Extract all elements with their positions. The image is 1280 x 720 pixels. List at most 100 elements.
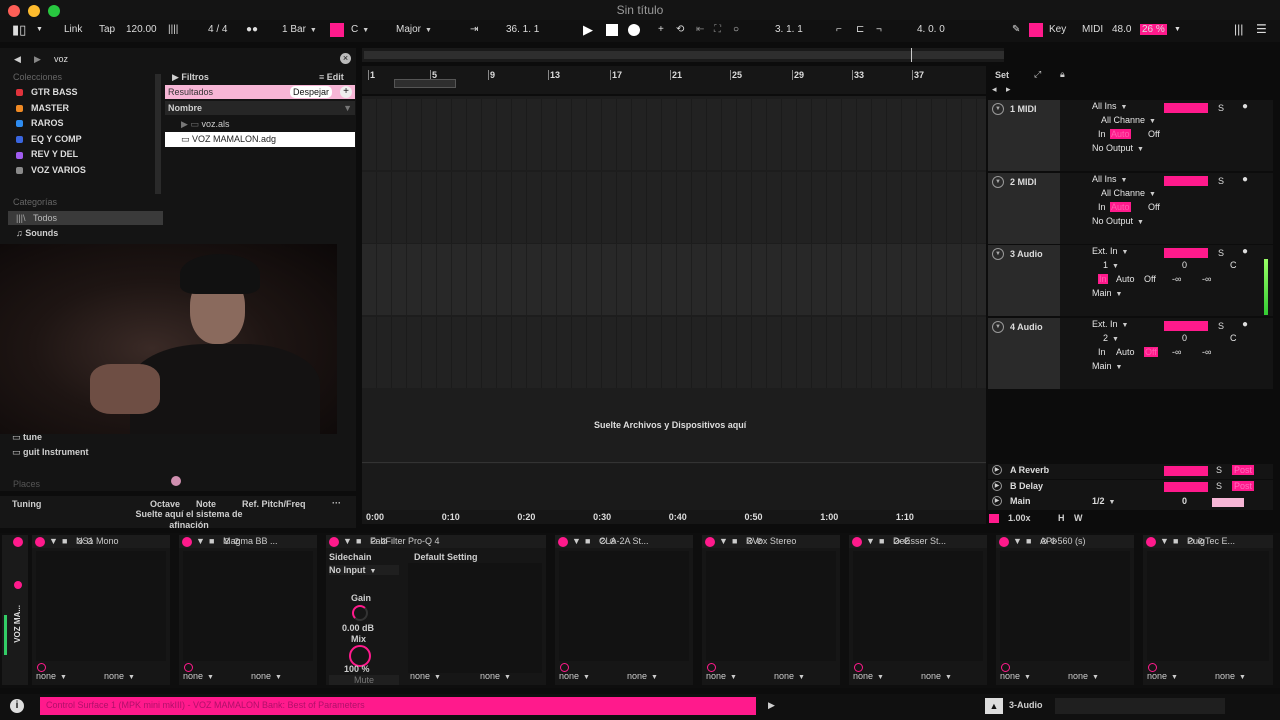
device-power-icon[interactable] — [329, 537, 339, 547]
monitor-in-button[interactable]: In — [1098, 274, 1108, 284]
volume-value[interactable]: 0 — [1182, 333, 1187, 343]
output-select[interactable]: Main — [1092, 361, 1122, 371]
solo-button[interactable]: S — [1216, 465, 1222, 475]
category-sounds[interactable]: ♫ Sounds — [16, 228, 58, 238]
follow-icon[interactable]: ⇥ — [470, 24, 478, 35]
track-lane[interactable] — [362, 317, 986, 388]
loop-start-field[interactable]: 3. 1. 1 — [775, 24, 803, 35]
device-save-icon[interactable]: ■ — [62, 536, 67, 546]
pan-value[interactable]: C — [1230, 333, 1237, 343]
zoom-window-button[interactable] — [48, 5, 60, 17]
mute-button[interactable]: Mute — [329, 675, 399, 685]
gain-value[interactable]: 0.00 dB — [342, 623, 374, 633]
device-chevron-icon[interactable]: ▼ — [49, 536, 58, 546]
device-save-icon[interactable]: ■ — [1173, 536, 1178, 546]
main-output-select[interactable]: 1/2 — [1092, 496, 1115, 506]
expand-icon[interactable]: ⤢ — [1034, 69, 1041, 80]
device[interactable]: ▼■Magma BB ...⊘ ⊘nonenone — [179, 535, 317, 685]
fold-icon[interactable]: ▶ — [992, 496, 1002, 507]
macro-none-select[interactable]: none — [183, 671, 214, 681]
device-header[interactable]: ▼ ■ PuigTec E... ⊘ ⊘ — [1143, 535, 1273, 548]
device-edit-icon[interactable]: ⊘ ⊘ — [223, 536, 313, 547]
track-overview[interactable] — [1055, 698, 1225, 714]
track-name-area[interactable]: ▼ 2 MIDI — [988, 172, 1060, 244]
monitor-in-button[interactable]: In — [1098, 347, 1106, 357]
device-edit-icon[interactable]: ⊘ ⊘ — [370, 536, 542, 547]
monitor-auto-button[interactable]: Auto — [1110, 201, 1131, 212]
track-activator-button[interactable] — [1164, 175, 1208, 186]
device-chevron-icon[interactable]: ▼ — [719, 536, 728, 546]
play-small-icon[interactable]: ▶ — [768, 700, 775, 711]
sidechain-input-select[interactable]: No Input — [329, 565, 399, 575]
session-view-icon[interactable]: ||| — [1234, 22, 1243, 36]
device[interactable]: ▼■RVox Stereo⊘ ⊘nonenone — [702, 535, 840, 685]
input-channel-select[interactable]: All Channe — [1101, 115, 1156, 125]
back-icon[interactable]: ◀ — [14, 54, 21, 65]
time-signature-field[interactable]: 4 / 4 — [208, 24, 227, 35]
device-header[interactable]: ▼ ■ RVox Stereo ⊘ ⊘ — [702, 535, 840, 548]
arrow-right-icon[interactable]: ▸ — [1006, 84, 1011, 95]
link-button[interactable]: Link — [64, 24, 82, 35]
clear-search-icon[interactable]: × — [340, 53, 351, 64]
return-track[interactable]: ▶ Main 1/2 0 — [988, 495, 1273, 511]
loop-brace[interactable] — [394, 79, 456, 88]
track-activator-button[interactable] — [1164, 103, 1208, 113]
monitor-in-button[interactable]: In — [1098, 202, 1106, 212]
monitor-auto-button[interactable]: Auto — [1110, 129, 1131, 139]
solo-button[interactable]: S — [1218, 248, 1224, 258]
track-activator-button[interactable] — [1164, 248, 1208, 258]
tap-button[interactable]: Tap — [99, 24, 115, 35]
mix-value[interactable]: 100 % — [344, 664, 370, 674]
record-icon[interactable] — [628, 24, 640, 36]
view-toggle-icon[interactable]: ▮▯ — [12, 22, 26, 38]
track-name-area[interactable]: ▼ 4 Audio — [988, 317, 1060, 389]
output-select[interactable]: No Output — [1092, 216, 1144, 226]
solo-button[interactable]: S — [1216, 481, 1222, 491]
return-track[interactable]: ▶ B Delay S Post — [988, 479, 1273, 495]
device-header[interactable]: ▼ ■ FabFilter Pro-Q 4 ⊘ ⊘ — [326, 535, 546, 548]
device-chevron-icon[interactable]: ▼ — [572, 536, 581, 546]
key-map-label[interactable]: Key — [1049, 24, 1066, 35]
device-chevron-icon[interactable]: ▼ — [343, 536, 352, 546]
solo-button[interactable]: S — [1218, 321, 1224, 331]
input-type-select[interactable]: All Ins — [1092, 174, 1127, 184]
gain-knob[interactable] — [352, 605, 368, 621]
device[interactable]: ▼■FabFilter Pro-Q 4⊘ ⊘SidechainNo InputG… — [326, 535, 546, 685]
main-pan-slider[interactable] — [1212, 498, 1244, 508]
macro-none-select[interactable]: none — [921, 671, 952, 681]
overview-scrollbar[interactable] — [362, 48, 1004, 62]
song-position-field[interactable]: 36. 1. 1 — [506, 24, 539, 35]
post-button[interactable]: Post — [1232, 465, 1255, 475]
quantize-select[interactable]: 1 Bar — [282, 24, 317, 35]
back-to-arrangement-icon[interactable]: ⇤ — [696, 24, 704, 35]
volume-value[interactable]: 0 — [1182, 260, 1187, 270]
device-save-icon[interactable]: ■ — [732, 536, 737, 546]
device-power-icon[interactable] — [182, 537, 192, 547]
macro-none-select[interactable]: none — [104, 671, 135, 681]
track-header[interactable]: ▼ 4 Audio Ext. In 2 In Auto Off Main S ● 0 C -∞ -∞ — [988, 317, 1273, 389]
fold-icon[interactable] — [14, 581, 22, 589]
fold-icon[interactable]: ▶ — [992, 465, 1002, 475]
category-todos[interactable]: |||\ Todos — [8, 211, 163, 225]
device-save-icon[interactable]: ■ — [1026, 536, 1031, 546]
collection-item[interactable]: RAROS — [16, 118, 64, 128]
fold-icon[interactable]: ▼ — [992, 320, 1004, 333]
automation-arm-icon[interactable]: ⟲ — [676, 24, 684, 35]
input-channel-select[interactable]: 1 — [1103, 260, 1119, 270]
macro-none-select[interactable]: none — [774, 671, 805, 681]
arm-button[interactable]: ● — [1242, 319, 1248, 330]
punch-in-icon[interactable]: ⌐ — [836, 24, 842, 35]
arrangement-area[interactable]: Suelte Archivos y Dispositivos aquí — [362, 96, 986, 464]
macro-none-select[interactable]: none — [251, 671, 282, 681]
info-icon[interactable]: i — [10, 699, 24, 713]
draw-mode-icon[interactable]: ✎ — [1012, 24, 1020, 35]
metronome-icon[interactable]: ●● — [246, 24, 258, 35]
track-header[interactable]: ▼ 3 Audio Ext. In 1 In Auto Off Main S ● 0 C -∞ -∞ — [988, 245, 1273, 316]
input-type-select[interactable]: All Ins — [1092, 101, 1127, 111]
collection-item[interactable]: REV Y DEL — [16, 149, 78, 159]
fold-icon[interactable]: ▼ — [992, 175, 1004, 188]
solo-button[interactable]: S — [1218, 103, 1224, 113]
macro-none-select[interactable]: none — [1147, 671, 1178, 681]
send-a-value[interactable]: -∞ — [1172, 347, 1181, 357]
device-edit-icon[interactable]: ⊘ ⊘ — [599, 536, 689, 547]
